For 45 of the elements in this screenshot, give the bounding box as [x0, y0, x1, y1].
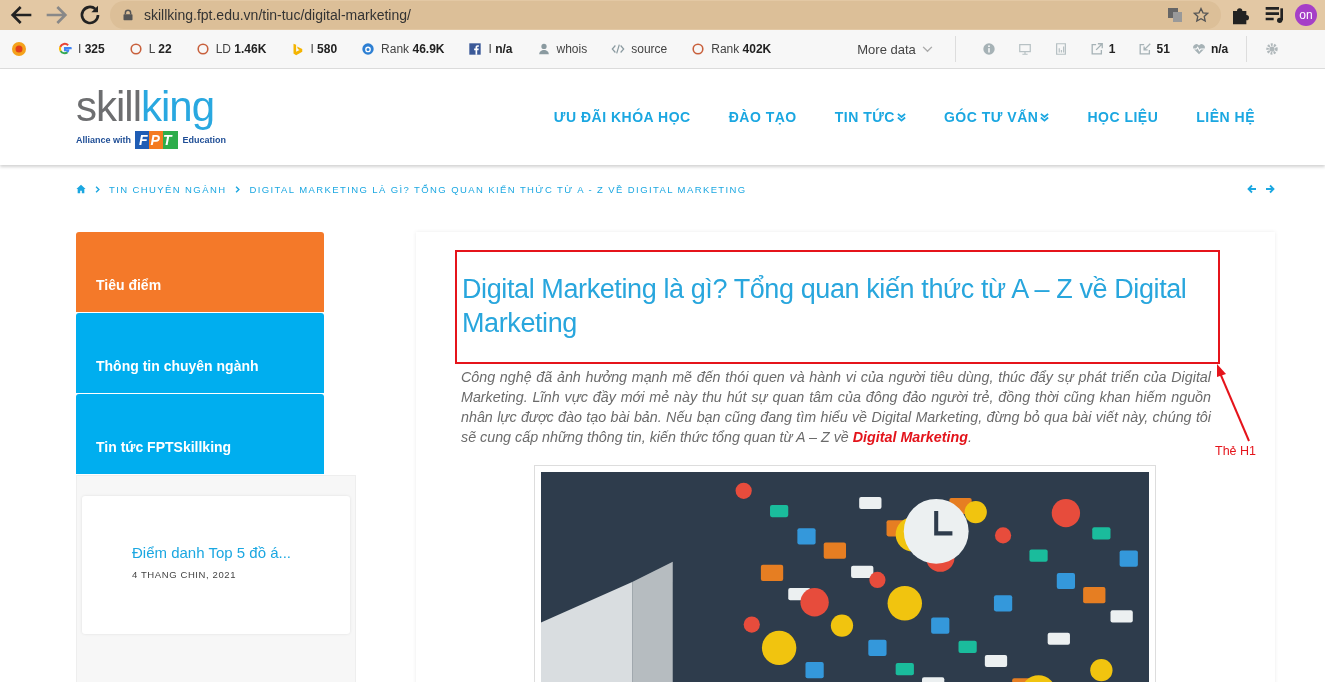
heart-pulse-icon[interactable] — [1191, 42, 1206, 56]
google-icon — [58, 42, 72, 56]
seo-metric[interactable]: I 580 — [310, 42, 338, 56]
more-data-dropdown[interactable]: More data — [857, 36, 956, 62]
stat-value: n/a — [1210, 42, 1229, 56]
previous-arrow-icon[interactable] — [1247, 184, 1257, 194]
article-title: Digital Marketing là gì? Tổng quan kiến thức từ A – Z về Digital Marketing — [462, 273, 1188, 340]
post-card[interactable]: Điểm danh Top 5 đồ á... 4 THANG CHIN, 2021 — [82, 496, 350, 634]
person-icon — [536, 42, 551, 56]
seo-metric[interactable]: Rank 46.9K — [381, 42, 445, 56]
monitor-icon[interactable] — [1017, 42, 1032, 56]
ring-icon — [691, 42, 706, 56]
annotation-label: Thẻ H1 — [1215, 444, 1256, 458]
address-bar[interactable]: skillking.fpt.edu.vn/tin-tuc/digital-marketing/ — [110, 1, 1221, 29]
info-icon[interactable] — [981, 42, 996, 56]
next-arrow-icon[interactable] — [1265, 184, 1275, 194]
ring-icon — [128, 42, 143, 56]
ring-icon — [195, 42, 210, 56]
stat-value: 1 — [1108, 42, 1116, 56]
stat-value: 51 — [1156, 42, 1170, 56]
seo-metric[interactable]: source — [631, 42, 668, 56]
seo-metric[interactable]: L 22 — [148, 42, 172, 56]
star-icon[interactable] — [1193, 7, 1209, 23]
seo-metric[interactable]: Rank 402K — [711, 42, 772, 56]
seo-metric[interactable]: whois — [556, 42, 588, 56]
seo-metric[interactable]: I n/a — [488, 42, 513, 56]
url-text: skillking.fpt.edu.vn/tin-tuc/digital-marketing/ — [144, 7, 412, 23]
profile-avatar[interactable]: on — [1295, 4, 1317, 26]
document-icon[interactable] — [1053, 42, 1068, 56]
facebook-icon — [468, 42, 483, 56]
seo-metric[interactable]: I 325 — [78, 42, 105, 56]
chevron-down-icon — [921, 45, 933, 53]
settings-icon[interactable] — [1265, 42, 1280, 56]
external-link-icon[interactable] — [1089, 42, 1104, 56]
article-intro: Công nghệ đã ảnh hưởng mạnh mẽ đến thói quen và hành vi của người tiêu dùng, thúc đẩy sự phát triển của Digital Marketing. Lĩnh vực đầy mới mẻ này thu hút sự quan tâm của đông đảo người trẻ, đồng thời cũng khan hiếm nguồn nhân lực được đào tạo bài bản. Nếu bạn cũng đang tìm hiểu về Digital Marketing, đừng bỏ qua bài viết này, chúng tôi sẽ cung cấp những thông tin, kiến thức tổng quan từ A – Z về Digital Marketing. — [461, 368, 1211, 447]
lock-icon — [122, 9, 134, 21]
chevron-icon — [94, 185, 101, 193]
seo-metric[interactable]: LD 1.46K — [215, 42, 267, 56]
post-date: 4 THANG CHIN, 2021 — [132, 569, 238, 580]
code-icon — [611, 42, 626, 56]
internal-link-icon[interactable] — [1137, 42, 1152, 56]
home-icon[interactable] — [76, 184, 86, 194]
double-chevron-icon — [1040, 112, 1050, 122]
chevron-icon — [234, 185, 242, 193]
double-chevron-icon — [896, 112, 906, 122]
